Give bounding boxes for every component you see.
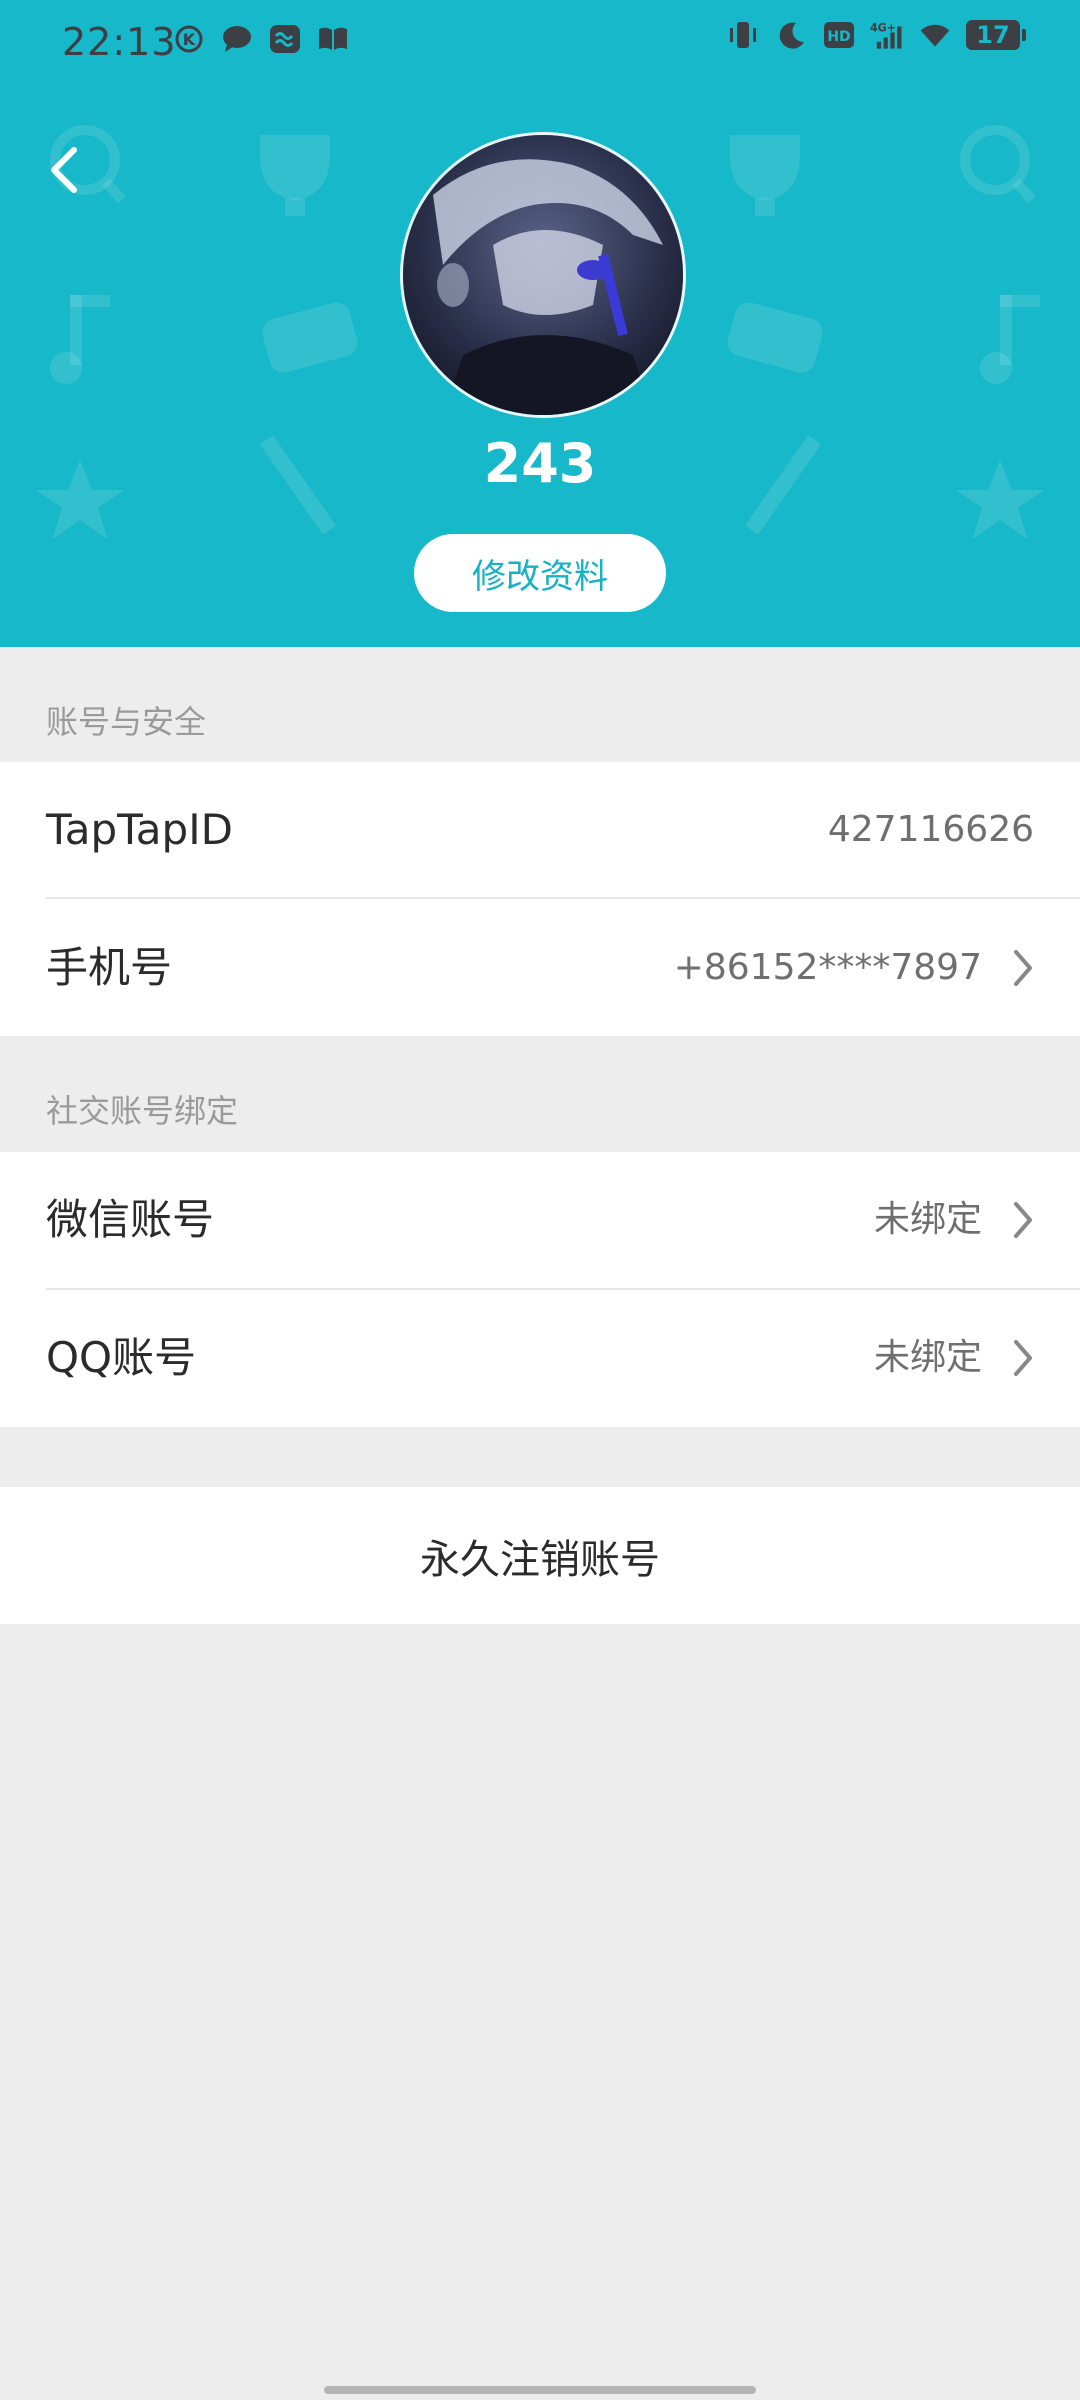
section-title-account-security: 账号与安全 [46,703,207,741]
home-indicator[interactable] [324,2386,756,2394]
chevron-right-icon [1014,1340,1032,1376]
qq-status: 未绑定 [873,1337,982,1378]
message-app-icon [268,22,302,56]
wifi-icon [918,18,952,52]
chat-bubble-icon [220,22,254,56]
account-security-list: TapTapID 427116626 手机号 +86152****7897 [0,762,1080,1036]
wechat-label: 微信账号 [46,1195,215,1244]
vibrate-icon [726,18,760,52]
k-icon: K [172,22,206,56]
phone-label: 手机号 [46,943,173,992]
taptap-id-value: 427116626 [827,809,1034,850]
wechat-status: 未绑定 [873,1199,982,1240]
phone-value: +86152****7897 [673,947,982,988]
back-button[interactable] [34,130,94,210]
social-binding-list: 微信账号 未绑定 QQ账号 未绑定 [0,1152,1080,1427]
avatar-image [403,135,683,415]
status-time: 22:13 [62,20,177,64]
hd-icon: HD [822,18,856,52]
profile-header: 22:13 K HD 4G+ 17 243 修改资料 [0,0,1080,647]
avatar[interactable] [400,132,686,418]
moon-icon [774,18,808,52]
taptap-id-row: TapTapID 427116626 [0,762,1080,898]
chevron-right-icon [1014,950,1032,986]
username: 243 [483,432,597,495]
taptap-id-label: TapTapID [46,805,233,854]
qq-row[interactable]: QQ账号 未绑定 [0,1290,1080,1426]
chevron-right-icon [1014,1202,1032,1238]
wechat-row[interactable]: 微信账号 未绑定 [0,1152,1080,1288]
divider [46,897,1080,899]
qq-label: QQ账号 [46,1333,197,1382]
4g-signal-icon: 4G+ [870,18,904,52]
delete-account-button[interactable]: 永久注销账号 [0,1487,1080,1624]
svg-text:K: K [183,30,196,49]
svg-text:HD: HD [827,29,850,45]
section-title-social-binding: 社交账号绑定 [46,1092,239,1130]
phone-row[interactable]: 手机号 +86152****7897 [0,900,1080,1036]
edit-profile-button[interactable]: 修改资料 [414,534,666,612]
battery-icon: 17 [966,20,1026,50]
status-bar: 22:13 K HD 4G+ 17 [0,0,1080,86]
chevron-left-icon [51,147,77,193]
book-icon [316,22,350,56]
